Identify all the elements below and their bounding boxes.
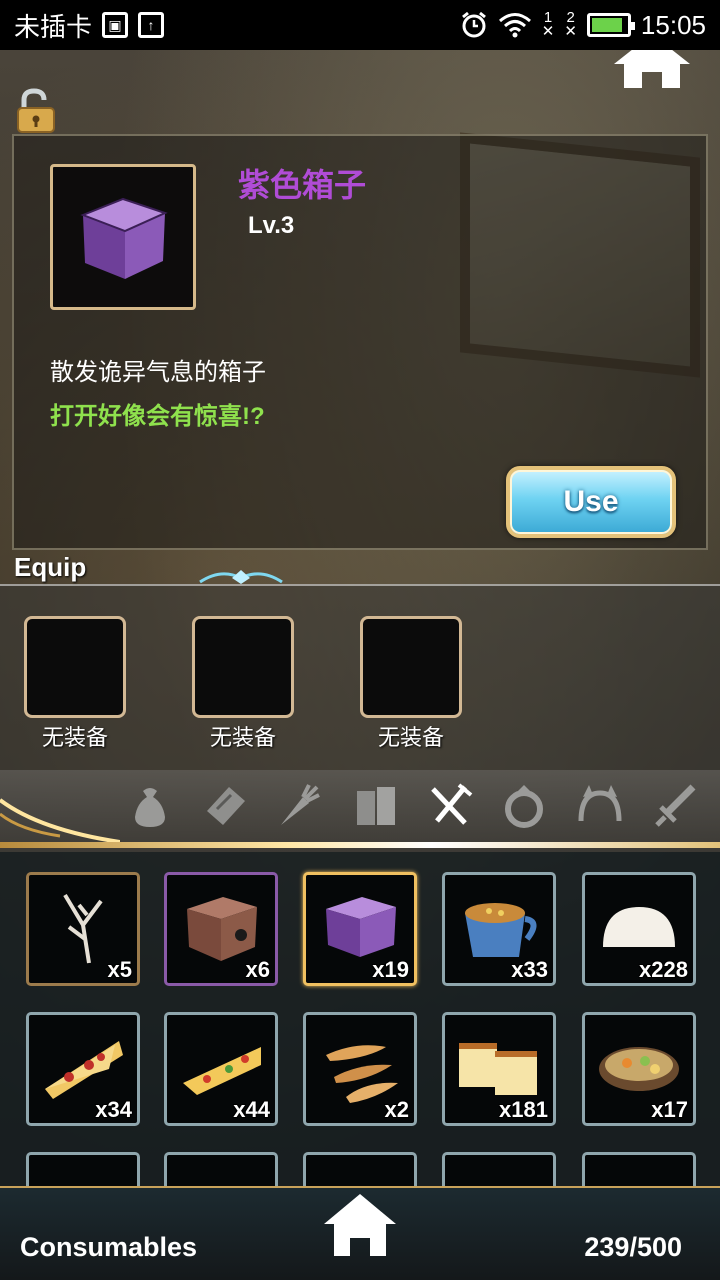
item-description: 散发诡异气息的箱子 <box>50 359 266 386</box>
home-icon[interactable] <box>320 1190 400 1260</box>
scroll-icon <box>207 787 245 825</box>
item-level: Lv.3 <box>248 212 295 239</box>
equip-slot-2-label: 无装备 <box>209 725 276 750</box>
pizza-slice-icon <box>45 1041 123 1099</box>
equip-slot-3[interactable] <box>360 616 462 718</box>
sim2-no-signal-icon: 2 ✕ <box>564 9 577 40</box>
inventory-slot[interactable]: x2 <box>303 1012 417 1126</box>
purple-box-icon <box>326 897 396 957</box>
item-quantity: x181 <box>499 1097 548 1122</box>
item-hint: 打开好像会有惊喜!? <box>50 403 265 430</box>
item-quantity: x2 <box>384 1097 409 1122</box>
unlock-icon[interactable] <box>14 88 58 134</box>
inventory-slot[interactable]: x17 <box>582 1012 696 1126</box>
inventory-count: 239/500 <box>584 1232 682 1262</box>
item-quantity: x228 <box>639 957 688 982</box>
equip-title: Equip <box>14 552 87 582</box>
books-icon <box>357 787 395 825</box>
equip-slot-3-label: 无装备 <box>377 725 444 750</box>
home-top-icon[interactable] <box>610 50 694 88</box>
inventory-slot[interactable]: x34 <box>26 1012 140 1126</box>
cake-icon <box>459 1043 537 1095</box>
branch-icon <box>63 893 103 964</box>
item-preview-frame <box>50 164 196 310</box>
inventory-slot[interactable]: x6 <box>164 872 278 986</box>
tab-bag[interactable] <box>122 778 178 834</box>
inventory-slot[interactable]: x44 <box>164 1012 278 1126</box>
battery-icon <box>586 13 635 37</box>
clock: 15:05 <box>640 9 706 40</box>
carrot-icon <box>281 784 320 825</box>
equip-slot-2[interactable] <box>192 616 294 718</box>
carrier-text: 未插卡 <box>14 11 93 42</box>
inventory-slot[interactable]: x228 <box>582 872 696 986</box>
current-category-label: Consumables <box>20 1232 198 1262</box>
brown-box-icon <box>187 897 257 961</box>
headband-icon <box>578 785 622 822</box>
sim1-no-signal-icon: 1 ✕ <box>541 9 555 40</box>
status-bar: 未插卡 ▣ ↑ 1 ✕ 2 ✕ 15:05 <box>0 0 720 50</box>
fork-knife-icon <box>431 783 473 825</box>
soup-cup-icon <box>465 903 537 957</box>
item-quantity: x19 <box>372 957 409 982</box>
item-quantity: x44 <box>233 1097 270 1122</box>
item-quantity: x6 <box>245 957 270 982</box>
sword-icon <box>655 784 696 827</box>
tab-headband[interactable] <box>572 778 628 834</box>
tab-scroll[interactable] <box>198 778 254 834</box>
item-quantity: x34 <box>95 1097 132 1122</box>
inventory-slot[interactable]: x33 <box>442 872 556 986</box>
tab-food[interactable] <box>422 778 478 834</box>
item-quantity: x33 <box>511 957 548 982</box>
wifi-icon <box>498 13 531 38</box>
item-name: 紫色箱子 <box>238 167 367 203</box>
item-quantity: x17 <box>651 1097 688 1122</box>
image-icon: ▣ <box>102 12 129 38</box>
stew-icon <box>599 1047 679 1091</box>
item-quantity: x5 <box>107 957 132 982</box>
equip-slot-1[interactable] <box>24 616 126 718</box>
equip-slot-1-label: 无装备 <box>41 725 108 750</box>
tab-ring[interactable] <box>496 778 552 834</box>
ring-icon <box>505 785 543 828</box>
alarm-icon <box>461 11 486 38</box>
tab-weapon[interactable] <box>648 778 704 834</box>
use-button[interactable]: Use <box>506 466 676 538</box>
tab-carrot[interactable] <box>270 778 326 834</box>
purple-box-icon <box>80 197 168 279</box>
upload-icon: ↑ <box>138 12 165 38</box>
inventory-slot[interactable]: x5 <box>26 872 140 986</box>
inventory-slot-selected[interactable]: x19 <box>303 872 417 986</box>
bag-icon <box>135 788 165 827</box>
pizza-slice-cheese-icon <box>183 1047 261 1095</box>
tab-bar-ornament-icon <box>0 798 120 844</box>
ornament-icon <box>199 570 283 584</box>
tab-bar-divider <box>0 842 720 848</box>
tab-books[interactable] <box>348 778 404 834</box>
potato-wedges-icon <box>326 1045 398 1103</box>
bun-icon <box>603 907 675 947</box>
inventory-slot[interactable]: x181 <box>442 1012 556 1126</box>
